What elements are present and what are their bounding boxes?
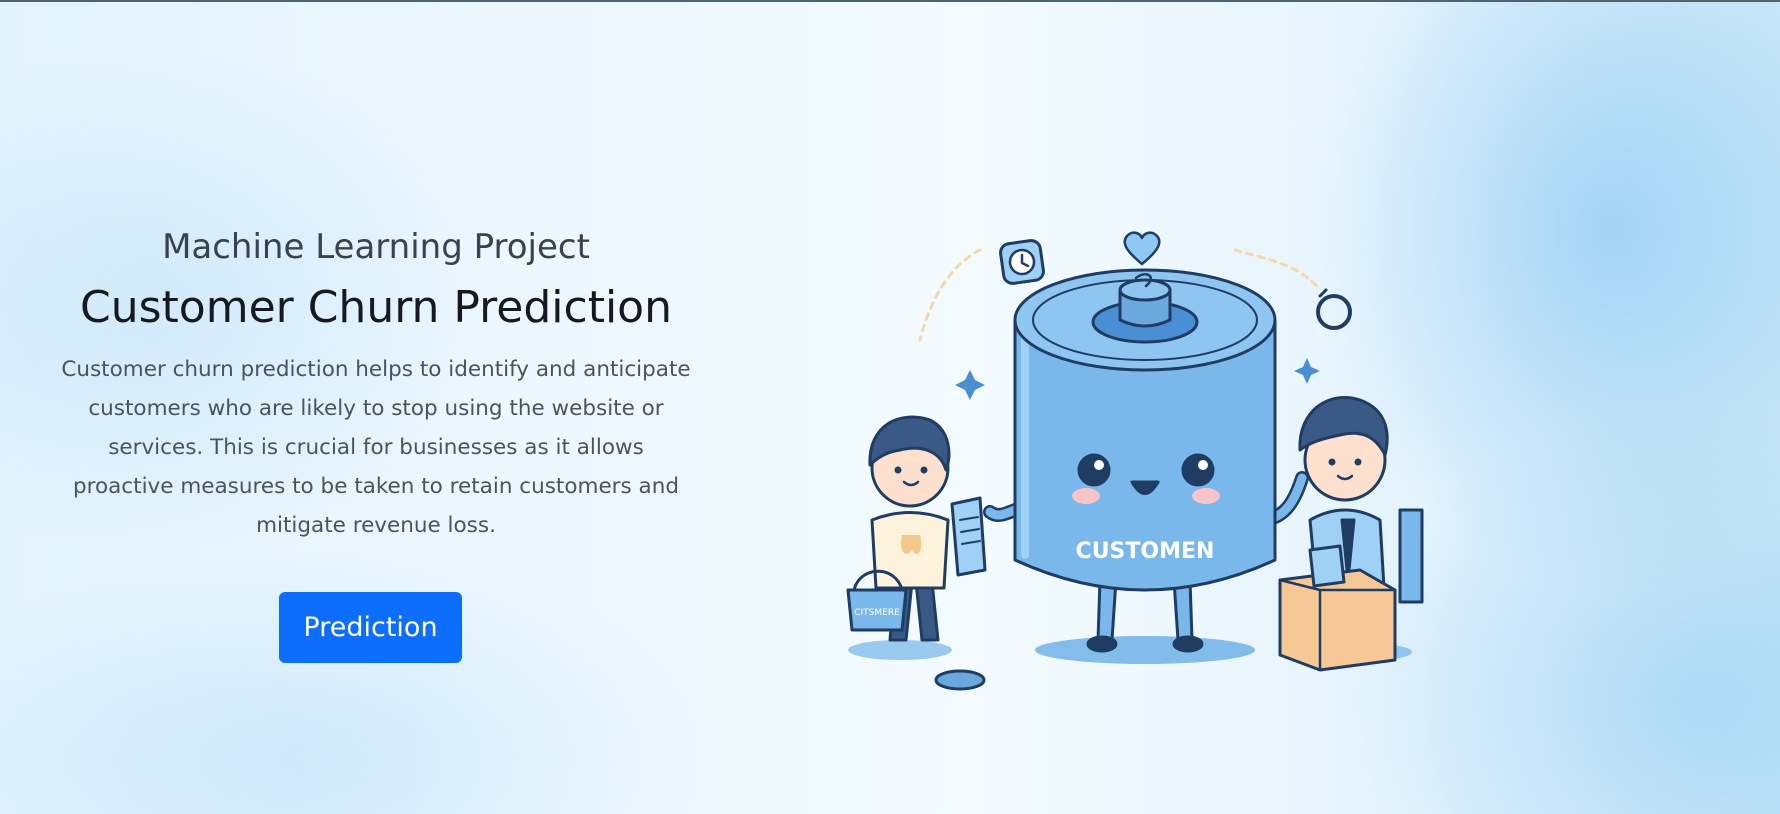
hero-title: Customer Churn Prediction xyxy=(80,282,672,333)
man-figure xyxy=(1278,395,1424,672)
prediction-button[interactable]: Prediction xyxy=(279,592,462,663)
heart-icon xyxy=(1123,231,1161,266)
sparkle-icon xyxy=(1294,358,1320,384)
hero-description: Customer churn prediction helps to ident… xyxy=(61,357,691,538)
top-border xyxy=(0,0,1780,2)
customer-churn-illustration: CUSTOMEN CITSMERE xyxy=(846,231,1424,691)
clock-icon xyxy=(999,239,1045,285)
coin-icon xyxy=(934,669,986,691)
refresh-icon xyxy=(1316,288,1352,330)
character-label: CUSTOMEN xyxy=(1076,539,1215,564)
customer-character: CUSTOMEN xyxy=(983,268,1309,653)
basket-label: CITSMERE xyxy=(854,608,900,618)
dashed-arrow xyxy=(1233,248,1322,292)
hero-subtitle: Machine Learning Project xyxy=(162,227,590,267)
dashed-arrow xyxy=(918,248,982,342)
hero-section: Machine Learning Project Customer Churn … xyxy=(55,220,697,545)
sparkle-icon xyxy=(955,370,985,400)
child-figure: CITSMERE xyxy=(846,415,987,642)
